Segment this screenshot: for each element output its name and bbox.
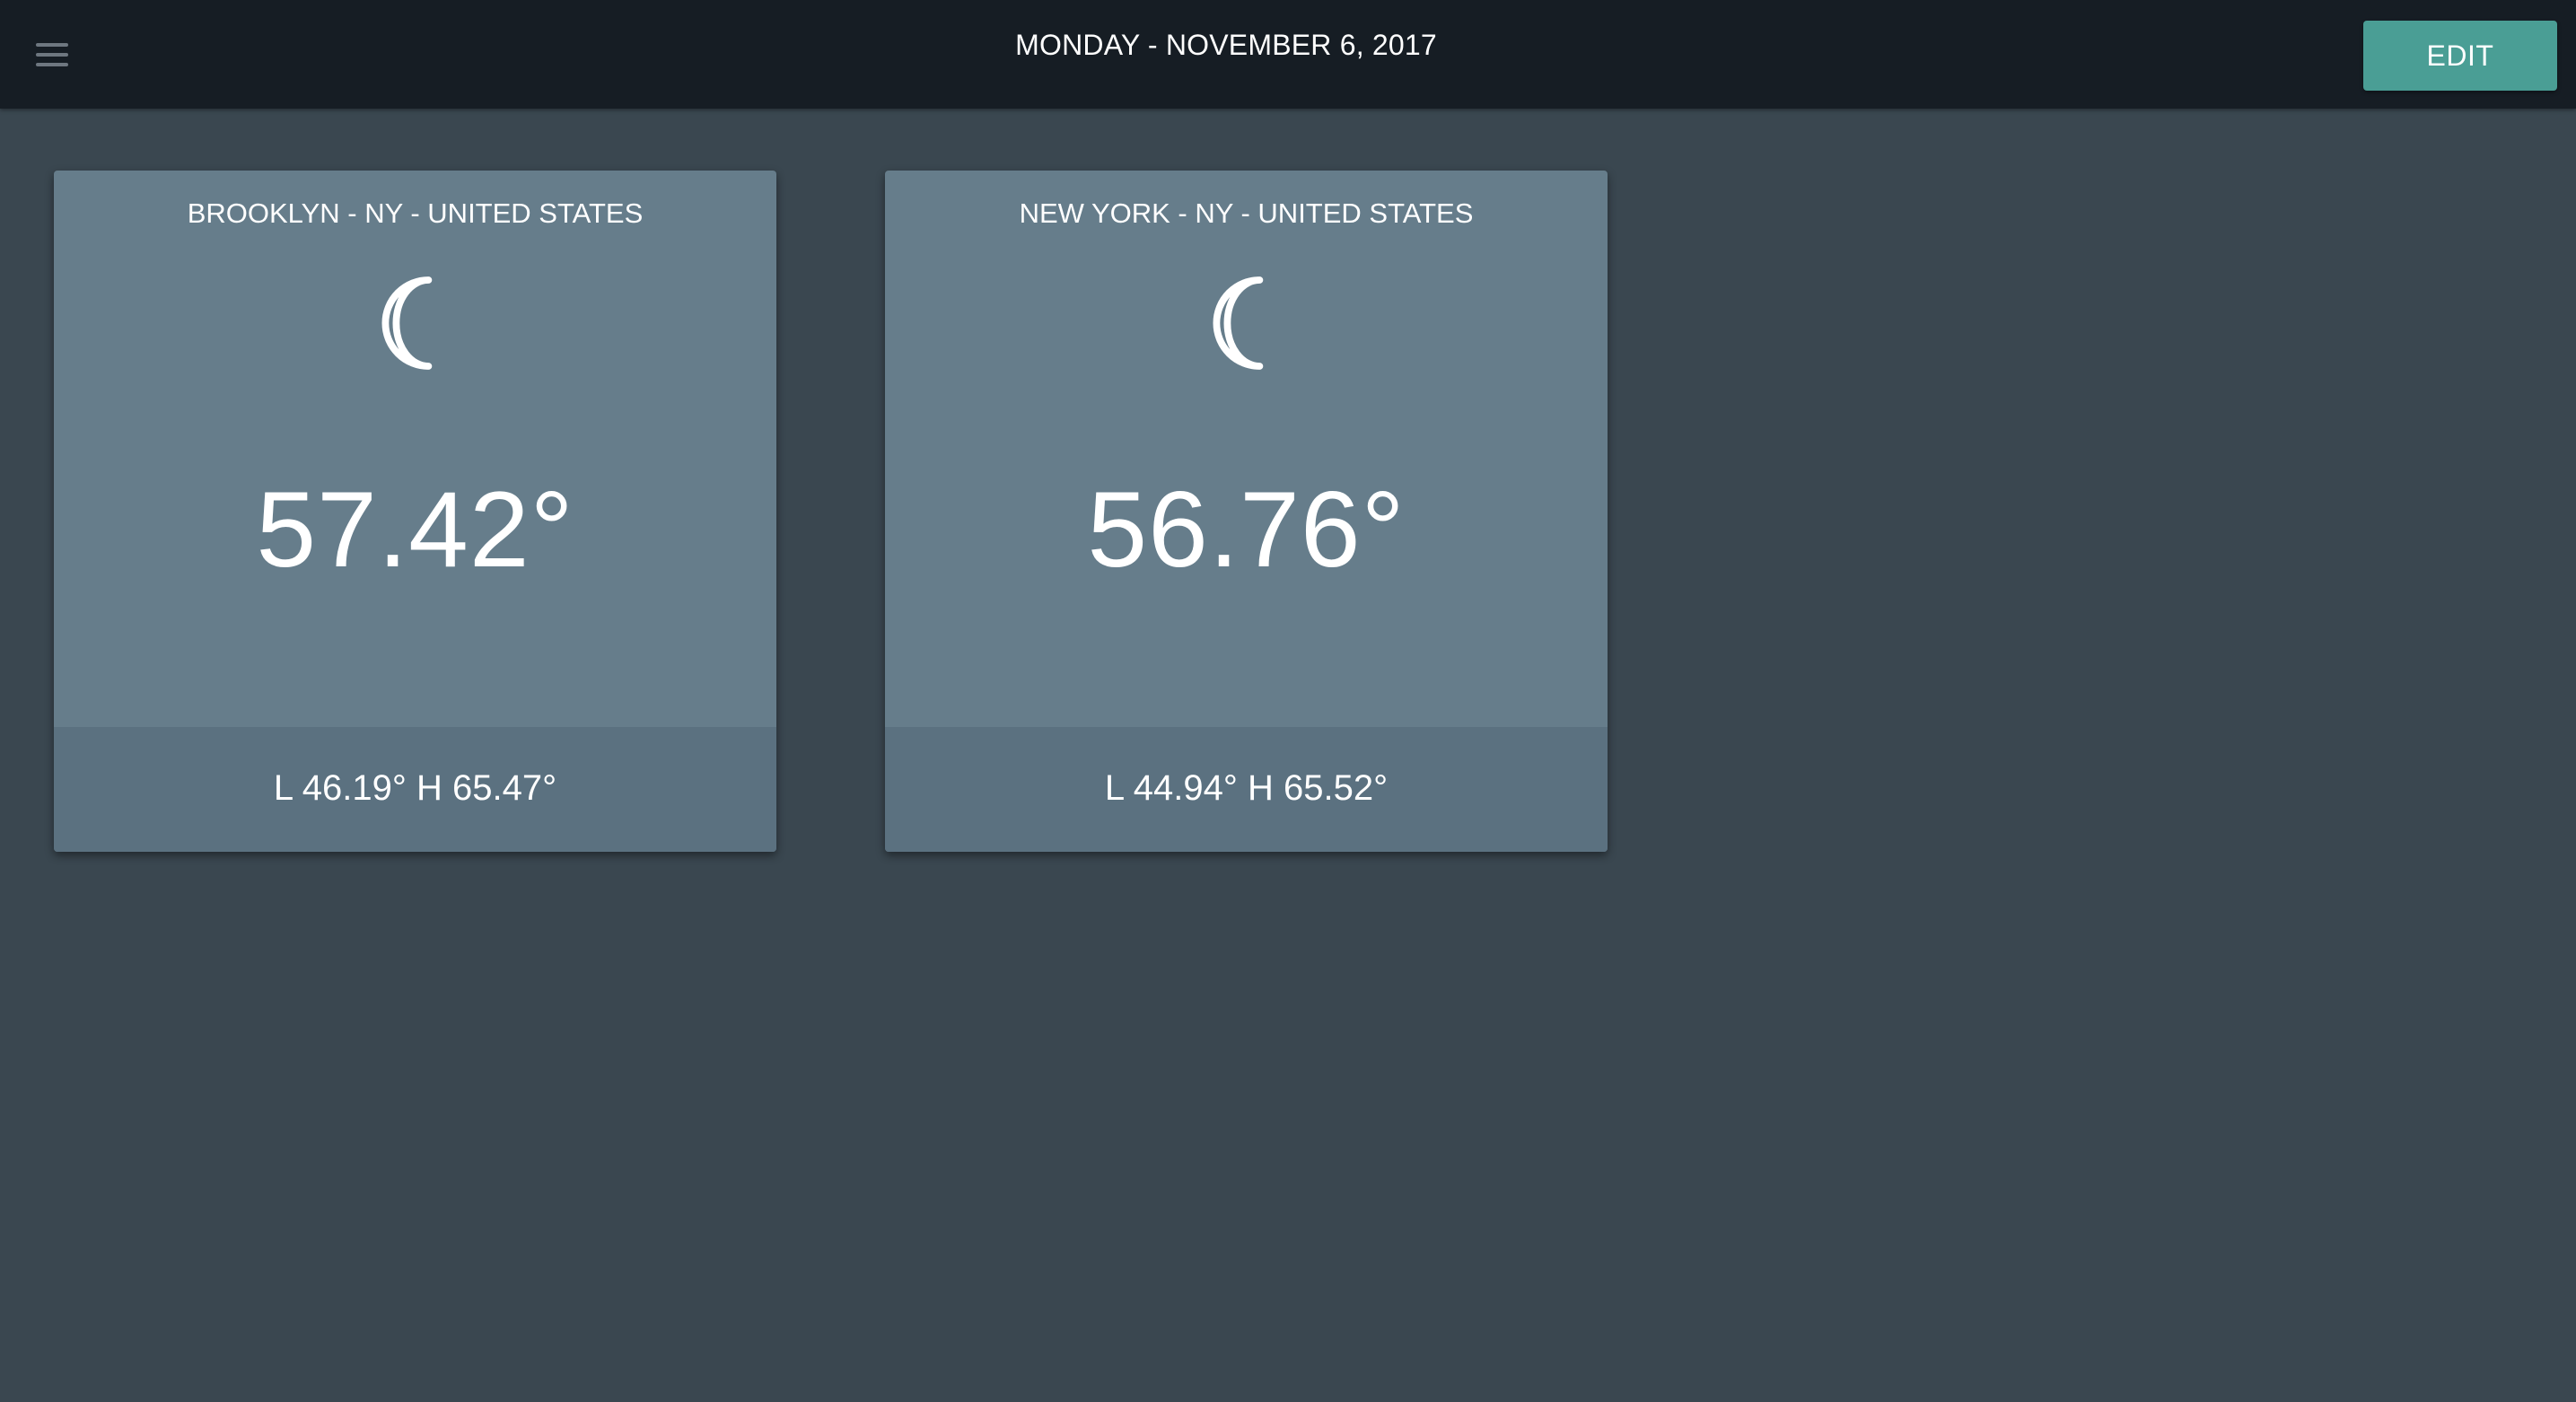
edit-button[interactable]: EDIT <box>2363 21 2557 91</box>
card-footer: L 44.94° H 65.52° <box>885 727 1608 852</box>
moon-icon <box>885 269 1608 377</box>
temperature-value: 57.42° <box>256 469 574 590</box>
temperature-value: 56.76° <box>1087 469 1406 590</box>
card-location: NEW YORK - NY - UNITED STATES <box>1019 197 1474 229</box>
temperature-range: L 46.19° H 65.47° <box>273 768 557 808</box>
top-bar: MONDAY - NOVEMBER 6, 2017 EDIT <box>0 0 2576 109</box>
moon-icon <box>54 269 776 377</box>
card-footer: L 46.19° H 65.47° <box>54 727 776 852</box>
weather-card-new-york[interactable]: NEW YORK - NY - UNITED STATES 56.76° L 4… <box>885 171 1608 852</box>
temperature-range: L 44.94° H 65.52° <box>1104 768 1389 808</box>
page-title: MONDAY - NOVEMBER 6, 2017 <box>1015 29 1437 61</box>
menu-line <box>36 63 68 66</box>
card-location: BROOKLYN - NY - UNITED STATES <box>187 197 644 229</box>
weather-card-brooklyn[interactable]: BROOKLYN - NY - UNITED STATES 57.42° L 4… <box>54 171 776 852</box>
